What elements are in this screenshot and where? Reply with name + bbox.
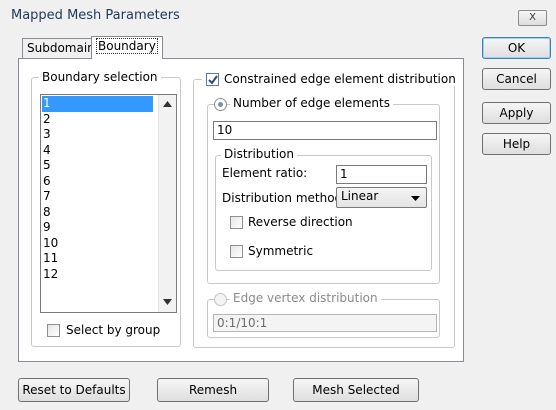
list-item[interactable]: 6 — [42, 174, 153, 190]
list-scrollbar[interactable] — [158, 95, 176, 312]
remesh-button[interactable]: Remesh — [157, 378, 269, 402]
list-item[interactable]: 12 — [42, 267, 153, 283]
window-title: Mapped Mesh Parameters — [11, 8, 180, 23]
scroll-up-arrow-icon[interactable] — [163, 101, 172, 107]
list-item[interactable]: 7 — [42, 189, 153, 205]
scroll-down-arrow-icon[interactable] — [163, 299, 172, 305]
list-item[interactable]: 5 — [42, 158, 153, 174]
symmetric-label: Symmetric — [248, 244, 314, 258]
help-button[interactable]: Help — [482, 133, 551, 155]
boundary-selection-legend: Boundary selection — [39, 70, 161, 84]
ok-button[interactable]: OK — [482, 37, 551, 59]
tab-subdomain-label: Subdomain — [27, 41, 95, 55]
constrained-checkbox[interactable] — [206, 73, 219, 86]
distribution-method-label: Distribution method: — [222, 191, 347, 205]
symmetric-checkbox[interactable] — [230, 245, 243, 258]
mesh-selected-button[interactable]: Mesh Selected — [293, 378, 419, 402]
reset-to-defaults-button[interactable]: Reset to Defaults — [18, 378, 130, 402]
tab-boundary-label: Boundary — [96, 38, 158, 54]
edge-vertex-radio[interactable] — [214, 293, 227, 306]
element-ratio-input[interactable]: 1 — [336, 165, 427, 184]
list-item[interactable]: 8 — [42, 205, 153, 221]
edge-vertex-input[interactable]: 0:1/10:1 — [213, 314, 437, 332]
edge-vertex-label: Edge vertex distribution — [230, 291, 381, 305]
list-item[interactable]: 3 — [42, 127, 153, 143]
apply-button[interactable]: Apply — [482, 102, 551, 124]
list-item[interactable]: 4 — [42, 143, 153, 159]
distribution-legend: Distribution — [221, 147, 298, 161]
constrained-legend: Constrained edge element distribution — [202, 72, 459, 86]
list-item[interactable]: 9 — [42, 220, 153, 236]
tab-subdomain[interactable]: Subdomain — [22, 38, 100, 58]
check-icon — [208, 75, 218, 85]
distribution-method-value: Linear — [341, 189, 379, 203]
select-by-group-label: Select by group — [66, 323, 161, 337]
number-of-edge-elements-label: Number of edge elements — [230, 96, 393, 110]
list-item[interactable]: 10 — [42, 236, 153, 252]
constrained-label: Constrained edge element distribution — [224, 72, 456, 86]
cancel-button[interactable]: Cancel — [482, 68, 551, 90]
boundary-listbox[interactable]: 1 2 3 4 5 6 7 8 9 10 11 12 — [40, 94, 177, 313]
number-of-edge-elements-radio[interactable] — [214, 98, 227, 111]
list-item[interactable]: 1 — [42, 96, 153, 112]
list-item[interactable]: 2 — [42, 112, 153, 128]
number-of-edge-elements-input[interactable]: 10 — [213, 121, 437, 140]
select-by-group-checkbox[interactable] — [47, 324, 60, 337]
close-button[interactable]: X — [518, 10, 547, 26]
reverse-direction-checkbox[interactable] — [230, 216, 243, 229]
tab-boundary[interactable]: Boundary — [91, 36, 163, 59]
list-item[interactable]: 11 — [42, 251, 153, 267]
chevron-down-icon — [411, 196, 420, 201]
reverse-direction-label: Reverse direction — [248, 215, 353, 229]
close-icon: X — [529, 12, 536, 23]
element-ratio-label: Element ratio: — [222, 166, 308, 180]
distribution-method-select[interactable]: Linear — [336, 187, 427, 208]
